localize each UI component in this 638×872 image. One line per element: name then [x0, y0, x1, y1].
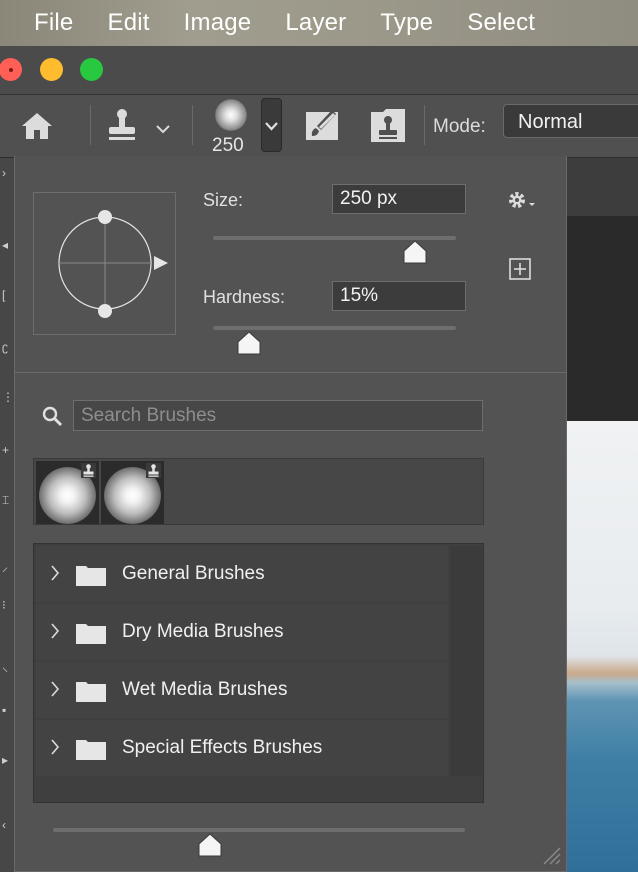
- healing-tool-icon[interactable]: ⁝: [2, 598, 6, 612]
- size-label: Size:: [203, 190, 244, 210]
- folder-icon: [76, 624, 106, 644]
- brush-folders-list: General Brushes Dry Media Brushes Wet Me…: [33, 543, 484, 803]
- new-preset-icon[interactable]: [509, 258, 531, 285]
- clone-stamp-badge-icon: [81, 463, 96, 478]
- close-window-button[interactable]: [0, 58, 22, 81]
- chevron-right-icon[interactable]: [50, 564, 60, 582]
- recent-brush-preset[interactable]: [101, 461, 164, 524]
- preview-size-slider-track[interactable]: [53, 828, 465, 832]
- menu-edit[interactable]: Edit: [107, 9, 149, 37]
- folder-icon: [76, 682, 106, 702]
- expand-icon[interactable]: ›: [2, 166, 6, 180]
- tool-options-bar: 250 Mode: Normal: [0, 95, 638, 158]
- clone-stamp-tool-icon[interactable]: ▪: [2, 703, 6, 717]
- separator: [192, 105, 193, 145]
- chevron-right-icon[interactable]: [50, 738, 60, 756]
- menu-type[interactable]: Type: [380, 9, 433, 37]
- brush-angle-roundness-preview[interactable]: [33, 192, 176, 335]
- eraser-tool-icon[interactable]: ‹: [2, 818, 6, 832]
- folder-label: Dry Media Brushes: [122, 621, 284, 642]
- hardness-label: Hardness:: [203, 287, 286, 307]
- canvas-tab-area: [566, 158, 638, 216]
- search-icon: [42, 406, 64, 433]
- menu-bar: File Edit Image Layer Type Select: [0, 0, 638, 46]
- folder-label: General Brushes: [122, 563, 265, 584]
- brush-tool-icon[interactable]: ⸜: [2, 658, 8, 675]
- minimize-window-button[interactable]: [40, 58, 63, 81]
- hardness-field[interactable]: 15%: [332, 281, 466, 311]
- preview-size-slider-thumb[interactable]: [197, 833, 223, 862]
- mode-label: Mode:: [433, 116, 486, 137]
- folder-wet-media-brushes[interactable]: Wet Media Brushes: [36, 662, 448, 718]
- folder-list-scrollbar[interactable]: [450, 546, 482, 776]
- brush-preset-icon[interactable]: [215, 99, 247, 131]
- search-brushes-input[interactable]: Search Brushes: [73, 400, 483, 431]
- folder-special-effects-brushes[interactable]: Special Effects Brushes: [36, 720, 448, 776]
- folder-label: Wet Media Brushes: [122, 679, 288, 700]
- folder-icon: [76, 740, 106, 760]
- chevron-right-icon[interactable]: [50, 680, 60, 698]
- marquee-tool-icon[interactable]: [: [2, 288, 5, 302]
- frame-tool-icon[interactable]: ⌶: [2, 493, 9, 508]
- clone-stamp-icon[interactable]: [106, 107, 138, 148]
- recent-brush-preset[interactable]: [36, 461, 99, 524]
- folder-general-brushes[interactable]: General Brushes: [36, 546, 448, 602]
- toggle-brush-settings-icon[interactable]: [305, 108, 341, 147]
- brush-preset-dropdown-button[interactable]: [261, 98, 282, 152]
- document-image: [566, 421, 638, 872]
- size-field[interactable]: 250 px: [332, 184, 466, 214]
- home-icon[interactable]: [20, 111, 54, 146]
- window-title-bar: [0, 46, 638, 95]
- clone-stamp-badge-icon: [146, 463, 161, 478]
- chevron-right-icon[interactable]: [50, 622, 60, 640]
- folder-label: Special Effects Brushes: [122, 737, 323, 758]
- hardness-slider-track[interactable]: [213, 326, 456, 330]
- menu-file[interactable]: File: [34, 9, 73, 37]
- recent-brushes-strip: [33, 458, 484, 525]
- zoom-window-button[interactable]: [80, 58, 103, 81]
- chevron-down-icon: [265, 122, 278, 131]
- lasso-tool-icon[interactable]: ʗ: [2, 340, 8, 354]
- history-brush-tool-icon[interactable]: ▸: [2, 753, 8, 767]
- folder-dry-media-brushes[interactable]: Dry Media Brushes: [36, 604, 448, 660]
- move-tool-icon[interactable]: ◂: [2, 238, 8, 252]
- separator: [90, 105, 91, 145]
- chevron-down-icon[interactable]: [155, 121, 171, 139]
- hardness-slider-thumb[interactable]: [236, 331, 262, 360]
- mode-select[interactable]: Normal: [503, 104, 638, 138]
- eyedropper-tool-icon[interactable]: ⸝: [2, 558, 8, 575]
- size-slider-thumb[interactable]: [402, 240, 428, 269]
- brush-preset-picker-panel: Size: 250 px Hardness: 15% Search Brushe…: [14, 156, 567, 872]
- menu-layer[interactable]: Layer: [285, 9, 346, 37]
- gear-icon[interactable]: [507, 190, 539, 215]
- folder-icon: [76, 566, 106, 586]
- object-select-tool-icon[interactable]: ⋮: [2, 390, 14, 404]
- crop-tool-icon[interactable]: +: [2, 443, 9, 457]
- canvas-background: [566, 216, 638, 421]
- toggle-clone-source-icon[interactable]: [370, 109, 406, 148]
- divider: [15, 372, 566, 373]
- brush-size-readout: 250: [212, 135, 244, 156]
- resize-grip-icon[interactable]: [540, 844, 562, 871]
- menu-image[interactable]: Image: [184, 9, 252, 37]
- tools-panel: › ◂ [ ʗ ⋮ + ⌶ ⸝ ⁝ ⸜ ▪ ▸ ‹: [0, 158, 14, 872]
- separator: [424, 105, 425, 145]
- menu-select[interactable]: Select: [467, 9, 535, 37]
